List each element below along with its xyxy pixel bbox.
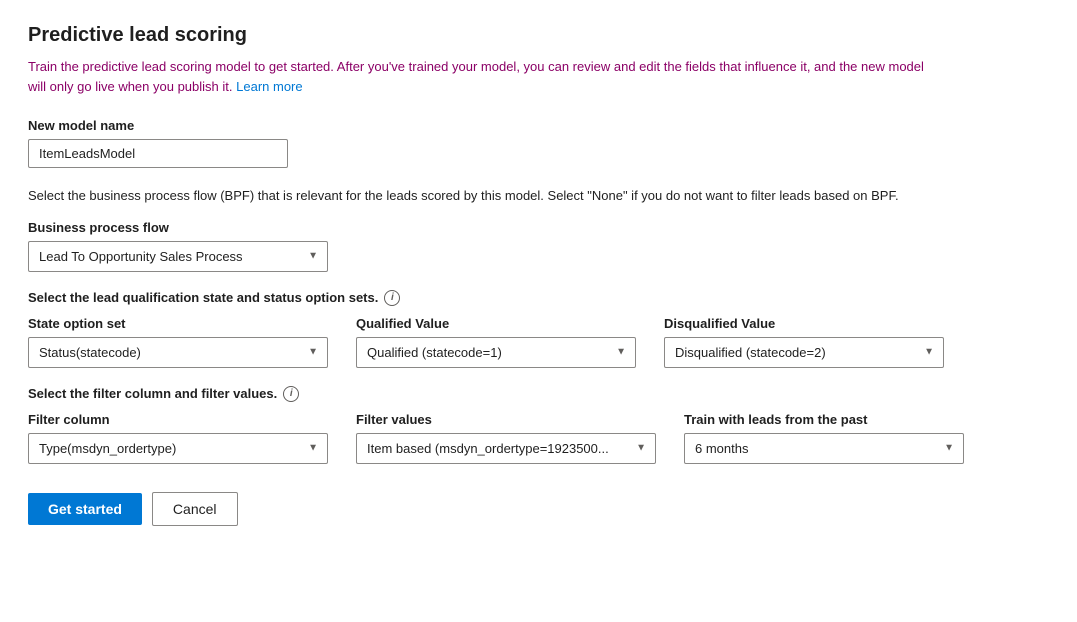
model-name-label: New model name <box>28 118 1049 133</box>
filter-label: Select the filter column and filter valu… <box>28 386 1049 402</box>
disqualified-select[interactable]: Disqualified (statecode=2) <box>664 337 944 368</box>
qualification-section: Select the lead qualification state and … <box>28 290 1049 368</box>
train-select[interactable]: 6 months 3 months 12 months 24 months <box>684 433 964 464</box>
qualified-col: Qualified Value Qualified (statecode=1) … <box>356 316 636 368</box>
filter-col-field: Filter column Type(msdyn_ordertype) ▼ <box>28 412 328 464</box>
filter-val-field: Filter values Item based (msdyn_ordertyp… <box>356 412 656 464</box>
disqualified-col: Disqualified Value Disqualified (stateco… <box>664 316 944 368</box>
state-label: State option set <box>28 316 328 331</box>
actions-bar: Get started Cancel <box>28 492 1049 526</box>
bpf-label: Business process flow <box>28 220 1049 235</box>
bpf-select[interactable]: Lead To Opportunity Sales Process None <box>28 241 328 272</box>
filter-col-select[interactable]: Type(msdyn_ordertype) <box>28 433 328 464</box>
qualified-label: Qualified Value <box>356 316 636 331</box>
state-option-col: State option set Status(statecode) ▼ <box>28 316 328 368</box>
page-description: Train the predictive lead scoring model … <box>28 57 928 96</box>
qualified-select-wrapper: Qualified (statecode=1) ▼ <box>356 337 636 368</box>
qualification-row: State option set Status(statecode) ▼ Qua… <box>28 316 1049 368</box>
page-title: Predictive lead scoring <box>28 24 1049 47</box>
model-name-input[interactable] <box>28 139 288 168</box>
bpf-select-wrapper: Lead To Opportunity Sales Process None ▼ <box>28 241 328 272</box>
bpf-description: Select the business process flow (BPF) t… <box>28 186 988 206</box>
filter-col-select-wrapper: Type(msdyn_ordertype) ▼ <box>28 433 328 464</box>
state-select[interactable]: Status(statecode) <box>28 337 328 368</box>
disqualified-select-wrapper: Disqualified (statecode=2) ▼ <box>664 337 944 368</box>
cancel-button[interactable]: Cancel <box>152 492 238 526</box>
train-label: Train with leads from the past <box>684 412 964 427</box>
state-select-wrapper: Status(statecode) ▼ <box>28 337 328 368</box>
filter-val-select[interactable]: Item based (msdyn_ordertype=1923500... <box>356 433 656 464</box>
filter-val-select-wrapper: Item based (msdyn_ordertype=1923500... ▼ <box>356 433 656 464</box>
train-select-wrapper: 6 months 3 months 12 months 24 months ▼ <box>684 433 964 464</box>
qualification-info-icon[interactable]: i <box>384 290 400 306</box>
filter-info-icon[interactable]: i <box>283 386 299 402</box>
filter-row: Filter column Type(msdyn_ordertype) ▼ Fi… <box>28 412 1049 464</box>
bpf-section: Select the business process flow (BPF) t… <box>28 186 1049 272</box>
qualified-select[interactable]: Qualified (statecode=1) <box>356 337 636 368</box>
qualification-label: Select the lead qualification state and … <box>28 290 1049 306</box>
disqualified-label: Disqualified Value <box>664 316 944 331</box>
get-started-button[interactable]: Get started <box>28 493 142 525</box>
model-name-section: New model name <box>28 118 1049 168</box>
filter-section: Select the filter column and filter valu… <box>28 386 1049 464</box>
filter-col-label: Filter column <box>28 412 328 427</box>
learn-more-link[interactable]: Learn more <box>236 79 302 94</box>
filter-val-label: Filter values <box>356 412 656 427</box>
train-field: Train with leads from the past 6 months … <box>684 412 964 464</box>
